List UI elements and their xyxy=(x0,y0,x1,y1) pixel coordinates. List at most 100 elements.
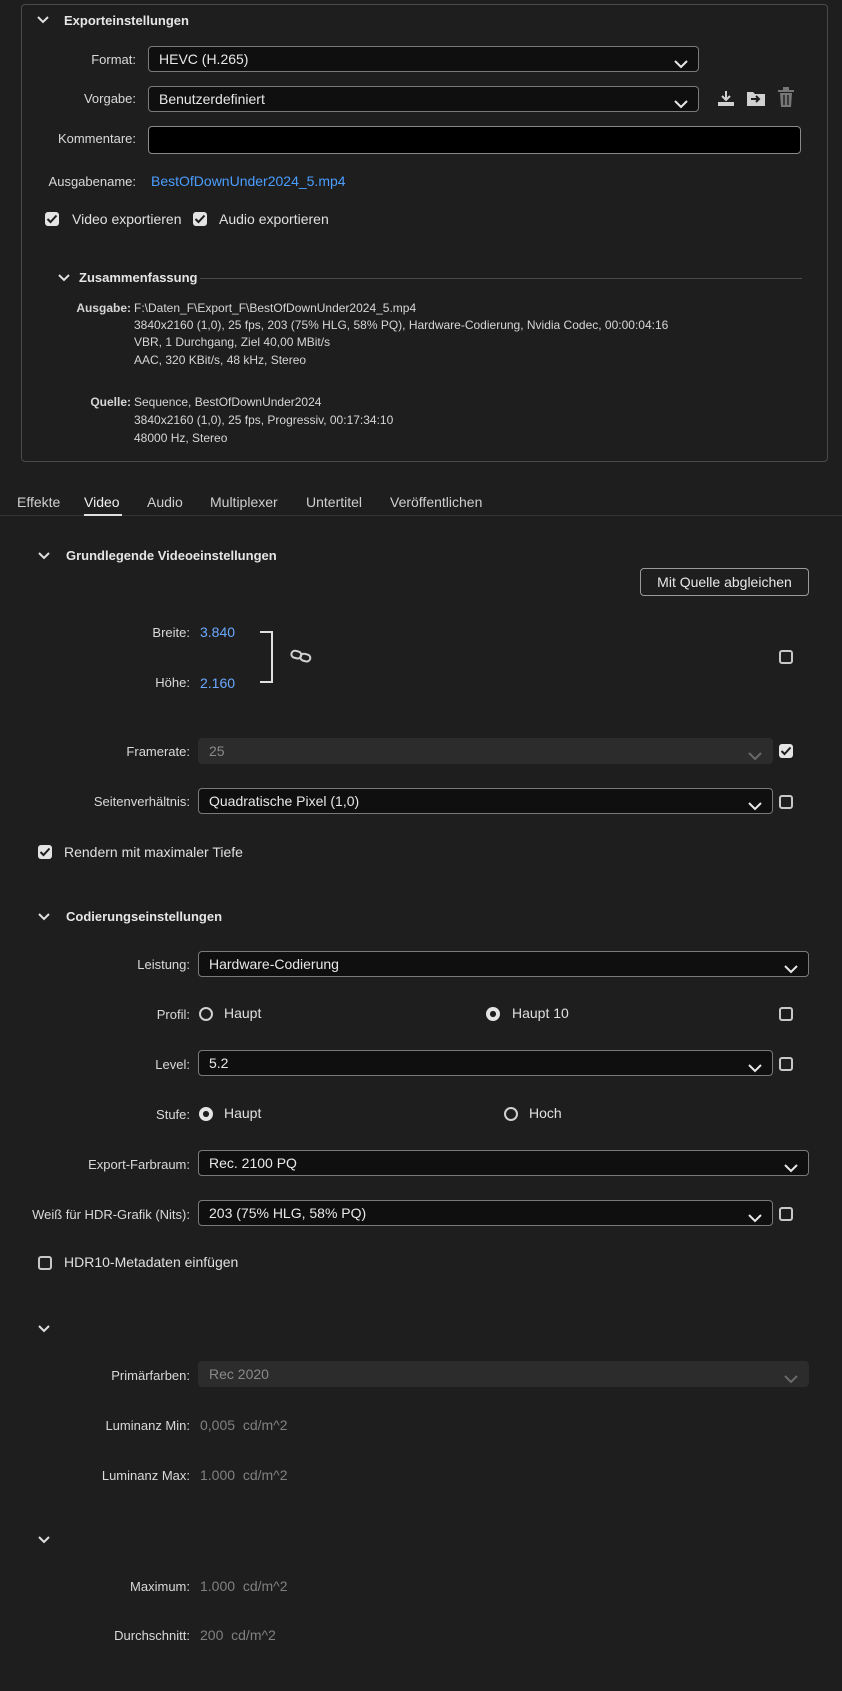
chevron-down-icon[interactable] xyxy=(37,1533,51,1547)
format-label: Format: xyxy=(91,52,136,67)
tab-veroeffentlichen[interactable]: Veröffentlichen xyxy=(390,494,482,510)
summary-output-line: 3840x2160 (1,0), 25 fps, 203 (75% HLG, 5… xyxy=(134,318,669,332)
tab-audio[interactable]: Audio xyxy=(147,494,183,510)
chevron-down-icon xyxy=(674,53,688,69)
profile-haupt-label: Haupt xyxy=(224,1005,262,1021)
width-value[interactable]: 3.840 xyxy=(200,624,235,640)
luminance-max-label: Luminanz Max: xyxy=(101,1468,190,1483)
summary-title: Zusammenfassung xyxy=(79,270,198,285)
tier-haupt-radio[interactable] xyxy=(199,1107,213,1121)
video-export-checkbox[interactable] xyxy=(45,212,59,226)
hdr10-metadata-label: HDR10-Metadaten einfügen xyxy=(64,1254,239,1270)
tab-effekte[interactable]: Effekte xyxy=(17,494,60,510)
import-preset-icon[interactable] xyxy=(745,88,767,108)
summary-output-line: AAC, 320 KBit/s, 48 kHz, Stereo xyxy=(134,353,307,367)
preset-value: Benutzerdefiniert xyxy=(159,91,265,107)
render-max-depth-label: Rendern mit maximaler Tiefe xyxy=(64,844,243,860)
chevron-down-icon xyxy=(674,93,688,109)
tabs-divider xyxy=(0,515,842,516)
primaries-dropdown: Rec 2020 xyxy=(198,1361,809,1387)
aspect-ratio-override-checkbox[interactable] xyxy=(779,795,793,809)
tab-video[interactable]: Video xyxy=(84,494,120,510)
max-cll-label: Maximum: xyxy=(130,1579,190,1594)
summary-source-line: Sequence, BestOfDownUnder2024 xyxy=(134,395,322,409)
comments-field[interactable] xyxy=(148,126,801,154)
chevron-down-icon[interactable] xyxy=(37,1322,51,1336)
framerate-label: Framerate: xyxy=(126,744,190,759)
summary-source-line: 48000 Hz, Stereo xyxy=(134,431,228,445)
hdr-white-override-checkbox[interactable] xyxy=(779,1207,793,1221)
active-tab-indicator xyxy=(84,514,122,516)
comments-label: Kommentare: xyxy=(57,131,136,146)
chevron-down-icon xyxy=(748,1207,762,1223)
audio-export-checkbox[interactable] xyxy=(193,212,207,226)
basic-video-title: Grundlegende Videoeinstellungen xyxy=(66,548,277,563)
performance-label: Leistung: xyxy=(137,957,190,972)
audio-export-label: Audio exportieren xyxy=(219,211,329,227)
save-preset-icon[interactable] xyxy=(716,88,736,108)
dimensions-override-checkbox[interactable] xyxy=(779,650,793,664)
output-name-link[interactable]: BestOfDownUnder2024_5.mp4 xyxy=(151,173,346,189)
aspect-ratio-dropdown[interactable]: Quadratische Pixel (1,0) xyxy=(198,788,773,814)
delete-preset-icon[interactable] xyxy=(777,87,795,108)
encoding-title: Codierungseinstellungen xyxy=(66,909,223,924)
framerate-override-checkbox[interactable] xyxy=(779,744,793,758)
summary-output-label: Ausgabe: xyxy=(76,301,131,315)
color-space-dropdown[interactable]: Rec. 2100 PQ xyxy=(198,1150,809,1176)
color-space-label: Export-Farbraum: xyxy=(88,1157,190,1172)
tab-multiplexer[interactable]: Multiplexer xyxy=(210,494,278,510)
summary-output-line: F:\Daten_F\Export_F\BestOfDownUnder2024_… xyxy=(134,301,417,315)
level-value: 5.2 xyxy=(209,1055,229,1071)
chevron-down-icon[interactable] xyxy=(37,549,51,563)
profile-haupt10-label: Haupt 10 xyxy=(512,1005,569,1021)
preset-label: Vorgabe: xyxy=(83,91,136,106)
match-source-button[interactable]: Mit Quelle abgleichen xyxy=(640,568,809,596)
hdr-white-label: Weiß für HDR-Grafik (Nits): xyxy=(32,1207,190,1222)
luminance-min-label: Luminanz Min: xyxy=(105,1418,190,1433)
chevron-down-icon xyxy=(748,745,762,761)
format-dropdown[interactable]: HEVC (H.265) xyxy=(148,46,699,72)
tier-hoch-radio[interactable] xyxy=(504,1107,518,1121)
link-dimensions-icon[interactable] xyxy=(290,648,312,664)
hdr10-metadata-checkbox[interactable] xyxy=(38,1256,52,1270)
preset-dropdown[interactable]: Benutzerdefiniert xyxy=(148,86,699,112)
profile-label: Profil: xyxy=(156,1007,190,1022)
summary-divider xyxy=(200,278,802,279)
summary-source-line: 3840x2160 (1,0), 25 fps, Progressiv, 00:… xyxy=(134,413,394,427)
color-space-value: Rec. 2100 PQ xyxy=(209,1155,297,1171)
tab-untertitel[interactable]: Untertitel xyxy=(306,494,362,510)
chevron-down-icon xyxy=(784,1157,798,1173)
hdr-white-dropdown[interactable]: 203 (75% HLG, 58% PQ) xyxy=(198,1200,773,1226)
performance-dropdown[interactable]: Hardware-Codierung xyxy=(198,951,809,977)
chevron-down-icon[interactable] xyxy=(36,13,50,27)
output-name-label: Ausgabename: xyxy=(48,174,136,189)
max-fall-value: 200 cd/m^2 xyxy=(200,1627,276,1643)
framerate-value: 25 xyxy=(209,743,225,759)
primaries-label: Primärfarben: xyxy=(111,1368,190,1383)
level-dropdown[interactable]: 5.2 xyxy=(198,1050,773,1076)
video-export-label: Video exportieren xyxy=(72,211,182,227)
profile-haupt-radio[interactable] xyxy=(199,1007,213,1021)
profile-haupt10-radio[interactable] xyxy=(486,1007,500,1021)
aspect-ratio-label: Seitenverhältnis: xyxy=(93,794,190,809)
summary-output-line: VBR, 1 Durchgang, Ziel 40,00 MBit/s xyxy=(134,335,331,349)
width-label: Breite: xyxy=(152,625,190,640)
tier-haupt-label: Haupt xyxy=(224,1105,262,1121)
chevron-down-icon xyxy=(784,1368,798,1384)
tier-label: Stufe: xyxy=(156,1107,190,1122)
chevron-down-icon[interactable] xyxy=(37,910,51,924)
export-settings-title: Exporteinstellungen xyxy=(64,13,189,28)
height-label: Höhe: xyxy=(155,675,190,690)
framerate-dropdown: 25 xyxy=(198,738,773,764)
format-value: HEVC (H.265) xyxy=(159,51,249,67)
chevron-down-icon xyxy=(784,958,798,974)
profile-override-checkbox[interactable] xyxy=(779,1007,793,1021)
render-max-depth-checkbox[interactable] xyxy=(38,845,52,859)
luminance-min-value: 0,005 cd/m^2 xyxy=(200,1417,288,1433)
max-cll-value: 1.000 cd/m^2 xyxy=(200,1578,288,1594)
chevron-down-icon[interactable] xyxy=(57,271,71,285)
height-value[interactable]: 2.160 xyxy=(200,675,235,691)
chevron-down-icon xyxy=(748,795,762,811)
hdr-white-value: 203 (75% HLG, 58% PQ) xyxy=(209,1205,367,1221)
level-override-checkbox[interactable] xyxy=(779,1057,793,1071)
